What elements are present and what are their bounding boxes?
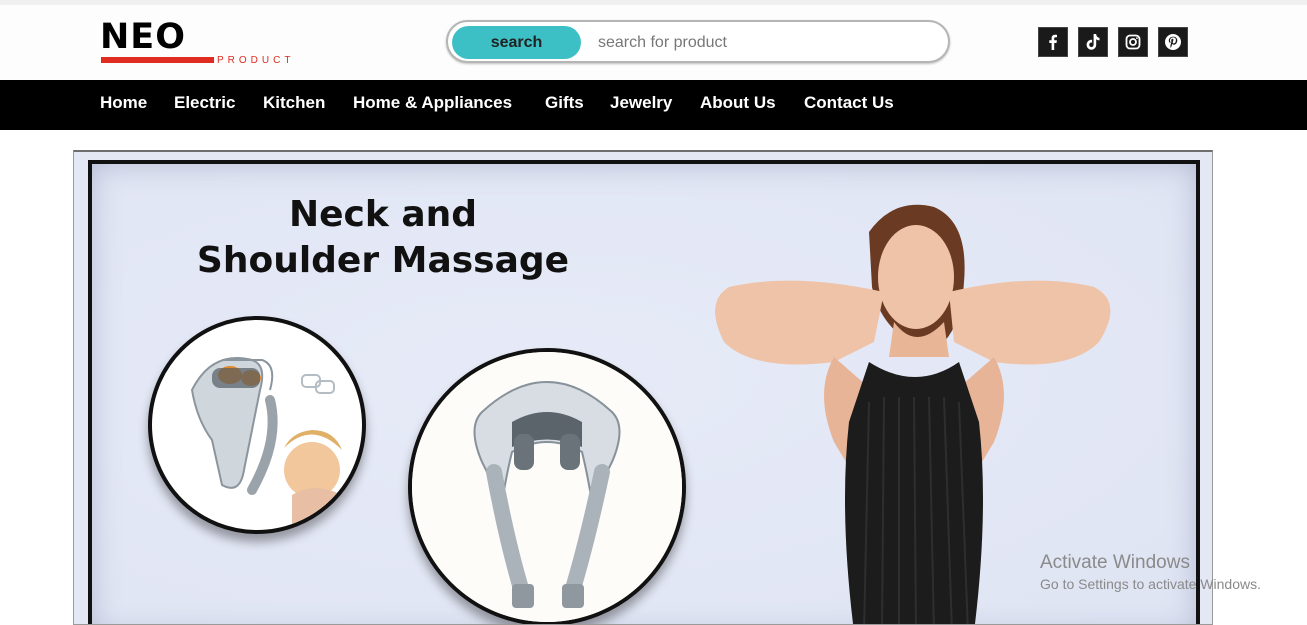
site-header: NEO PRODUCT search	[0, 5, 1307, 80]
tiktok-icon	[1086, 34, 1100, 50]
facebook-link[interactable]	[1038, 27, 1068, 57]
windows-activation-watermark: Activate Windows Go to Settings to activ…	[1040, 552, 1261, 592]
search-button[interactable]: search	[452, 26, 581, 59]
search-bar: search	[446, 20, 950, 63]
search-input[interactable]	[598, 28, 928, 57]
facebook-icon	[1049, 34, 1057, 50]
brand-logo[interactable]: NEO PRODUCT	[100, 19, 315, 69]
nav-item-contact-us[interactable]: Contact Us	[804, 93, 894, 113]
nav-item-kitchen[interactable]: Kitchen	[263, 93, 325, 113]
headline-line-1: Neck and	[288, 194, 478, 235]
nav-item-electric[interactable]: Electric	[174, 93, 235, 113]
main-nav: Home Electric Kitchen Home & Appliances …	[0, 80, 1307, 130]
instagram-link[interactable]	[1118, 27, 1148, 57]
banner-headline: Neck and Shoulder Massage	[174, 192, 592, 284]
nav-item-home[interactable]: Home	[100, 93, 147, 113]
massager-illustration-large	[412, 352, 682, 622]
pinterest-link[interactable]	[1158, 27, 1188, 57]
product-image-circle-large	[408, 348, 686, 624]
headline-line-2: Shoulder Massage	[196, 240, 570, 281]
brand-tagline: PRODUCT	[217, 55, 295, 66]
brand-underline	[101, 57, 214, 63]
watermark-subtitle: Go to Settings to activate Windows.	[1040, 576, 1261, 592]
watermark-title: Activate Windows	[1040, 552, 1190, 573]
tiktok-link[interactable]	[1078, 27, 1108, 57]
product-image-circle-small	[148, 316, 366, 534]
massager-illustration-small	[190, 357, 347, 530]
nav-item-home-appliances[interactable]: Home & Appliances	[353, 93, 512, 113]
pinterest-icon	[1165, 34, 1181, 50]
nav-item-jewelry[interactable]: Jewelry	[610, 93, 672, 113]
nav-item-gifts[interactable]: Gifts	[545, 93, 584, 113]
brand-name: NEO	[100, 17, 186, 57]
nav-item-about-us[interactable]: About Us	[700, 93, 776, 113]
instagram-icon	[1125, 34, 1141, 50]
